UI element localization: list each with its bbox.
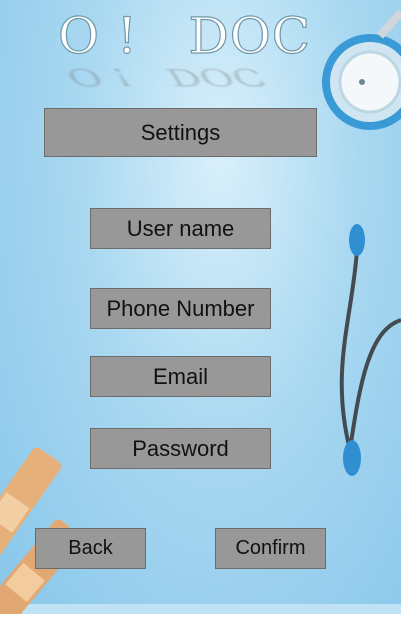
logo-text: O ! DOC xyxy=(57,6,311,65)
confirm-button[interactable]: Confirm xyxy=(215,528,326,569)
phone-number-button[interactable]: Phone Number xyxy=(90,288,271,329)
back-button[interactable]: Back xyxy=(35,528,146,569)
password-button[interactable]: Password xyxy=(90,428,271,469)
app-screen: O ! DOC O ! DOC Settings User name Phone… xyxy=(0,0,401,614)
email-button[interactable]: Email xyxy=(90,356,271,397)
username-button[interactable]: User name xyxy=(90,208,271,249)
settings-title: Settings xyxy=(44,108,317,157)
logo-reflection: O ! DOC xyxy=(59,63,272,91)
app-logo: O ! DOC O ! DOC xyxy=(57,6,311,90)
